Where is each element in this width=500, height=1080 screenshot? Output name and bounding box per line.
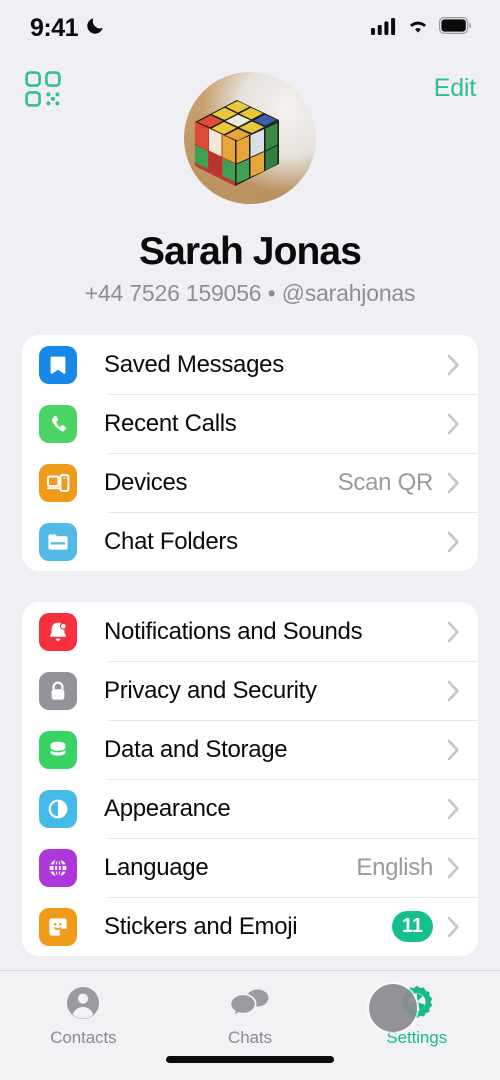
row-privacy-and-security[interactable]: Privacy and Security <box>22 661 478 720</box>
chevron-right-icon <box>447 621 459 642</box>
page-title: Sarah Jonas <box>138 230 362 273</box>
settings-screen: 9:41 Edit Sarah Jonas +44 7526 159056 • … <box>0 0 500 1080</box>
chevron-right-icon <box>447 857 459 878</box>
cursor-pointer <box>369 984 417 1032</box>
row-label: Language <box>104 853 209 881</box>
row-value: English <box>356 853 433 881</box>
chevron-right-icon <box>447 531 459 552</box>
tab-bar: Contacts Chats Settings <box>0 970 500 1080</box>
row-devices[interactable]: Devices Scan QR <box>22 453 478 512</box>
chevron-right-icon <box>447 739 459 760</box>
row-notifications-and-sounds[interactable]: Notifications and Sounds <box>22 602 478 661</box>
rubiks-cube-avatar <box>195 100 279 186</box>
row-label: Stickers and Emoji <box>104 912 298 940</box>
row-data-and-storage[interactable]: Data and Storage <box>22 720 478 779</box>
chevron-right-icon <box>447 413 459 434</box>
bookmark-icon <box>39 345 77 384</box>
chevron-right-icon <box>447 798 459 819</box>
crescent-moon-icon <box>85 15 106 41</box>
row-label: Appearance <box>104 794 231 822</box>
database-icon <box>39 730 77 769</box>
person-circle-icon <box>67 987 100 1019</box>
row-label: Recent Calls <box>104 409 237 437</box>
wifi-icon <box>406 17 430 40</box>
chevron-right-icon <box>447 916 459 937</box>
bell-icon <box>39 612 77 651</box>
chevron-right-icon <box>447 680 459 701</box>
avatar[interactable] <box>184 72 316 204</box>
lock-icon <box>39 671 77 710</box>
row-stickers-and-emoji[interactable]: Stickers and Emoji 11 <box>22 897 478 956</box>
phone-icon <box>39 404 77 443</box>
tab-label: Chats <box>228 1028 272 1047</box>
chat-bubbles-icon <box>229 989 269 1018</box>
tab-contacts[interactable]: Contacts <box>0 983 167 1048</box>
chevron-right-icon <box>447 354 459 375</box>
qr-code-icon[interactable] <box>24 70 62 108</box>
row-label: Data and Storage <box>104 735 288 763</box>
status-bar-time: 9:41 <box>30 13 79 42</box>
row-saved-messages[interactable]: Saved Messages <box>22 335 478 394</box>
row-label: Chat Folders <box>104 527 238 555</box>
row-label: Privacy and Security <box>104 676 317 704</box>
contrast-icon <box>39 789 77 828</box>
row-appearance[interactable]: Appearance <box>22 779 478 838</box>
row-label: Notifications and Sounds <box>104 617 363 645</box>
row-chat-folders[interactable]: Chat Folders <box>22 512 478 571</box>
edit-button[interactable]: Edit <box>434 74 476 103</box>
sticker-icon <box>39 907 77 946</box>
status-badge: 11 <box>391 911 433 942</box>
devices-icon <box>39 463 77 502</box>
row-recent-calls[interactable]: Recent Calls <box>22 394 478 453</box>
row-value: Scan QR <box>337 468 434 496</box>
row-label: Saved Messages <box>104 350 284 378</box>
status-bar: 9:41 <box>0 0 500 56</box>
status-bar-left: 9:41 <box>30 14 106 43</box>
home-indicator <box>166 1056 334 1063</box>
battery-full-icon <box>439 17 472 39</box>
tab-chats[interactable]: Chats <box>167 983 334 1048</box>
cellular-signal-icon <box>371 17 397 40</box>
tab-settings[interactable]: Settings <box>333 983 500 1048</box>
folder-icon <box>39 522 77 561</box>
profile-subtitle: +44 7526 159056 • @sarahjonas <box>84 280 416 306</box>
settings-group-1: Saved Messages Recent Calls Devices Scan… <box>22 335 478 571</box>
row-label: Devices <box>104 468 188 496</box>
row-language[interactable]: Language English <box>22 838 478 897</box>
settings-group-2: Notifications and Sounds Privacy and Sec… <box>22 602 478 956</box>
chevron-right-icon <box>447 472 459 493</box>
tab-label: Contacts <box>50 1028 117 1047</box>
globe-icon <box>39 848 77 887</box>
status-bar-right <box>371 17 472 40</box>
